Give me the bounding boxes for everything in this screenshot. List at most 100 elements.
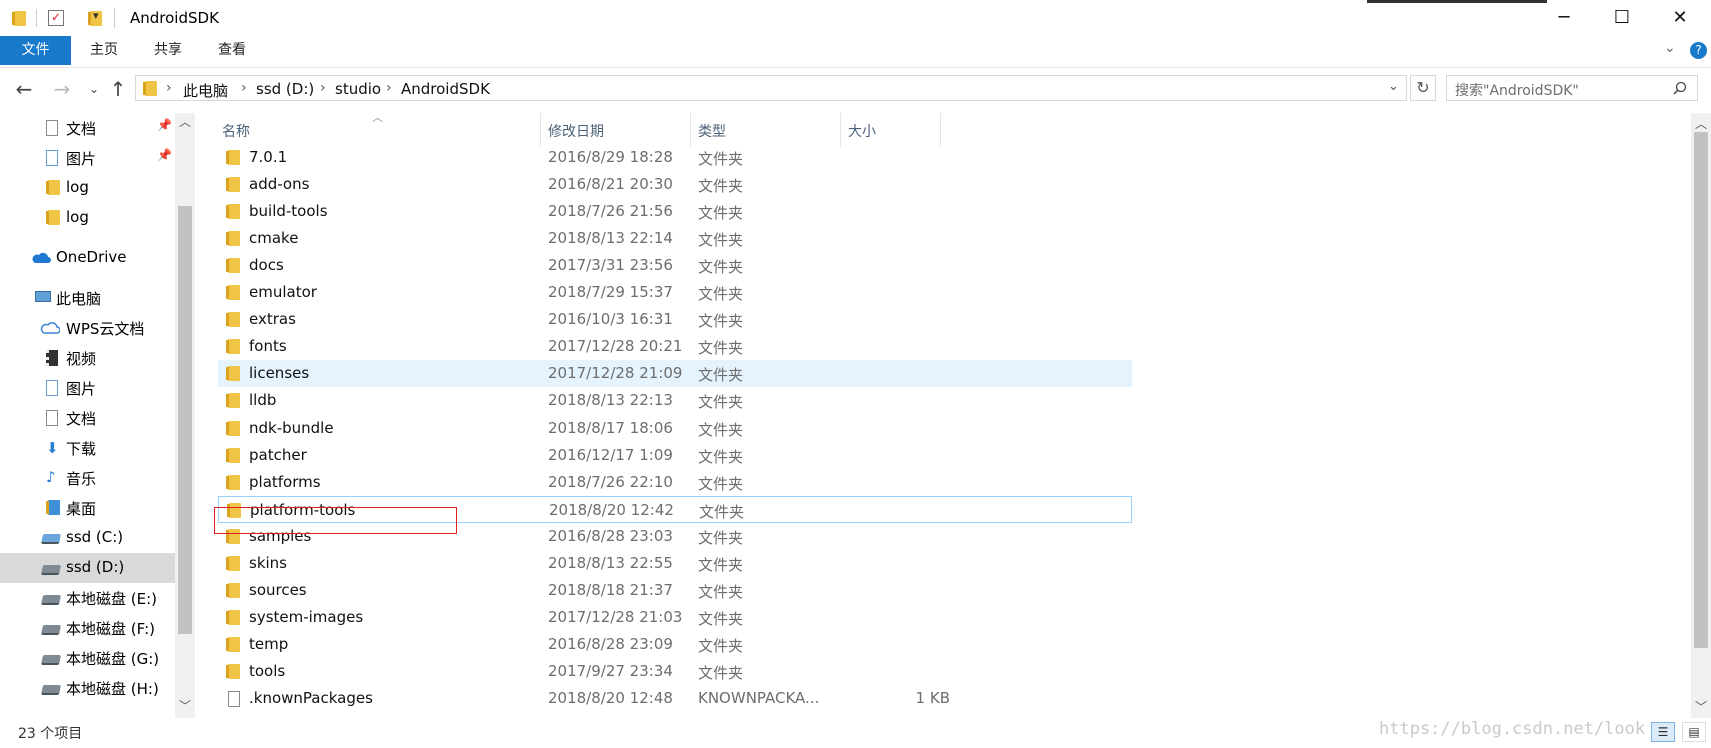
folder-icon (226, 150, 240, 165)
nav-item-drive-g[interactable]: 本地磁盘 (G:) (0, 643, 174, 673)
nav-item-music[interactable]: ♪ 音乐 (0, 463, 174, 493)
nav-item-drive-h[interactable]: 本地磁盘 (H:) (0, 673, 174, 703)
nav-item-videos[interactable]: 视频 (0, 343, 174, 373)
breadcrumb-ssd-d[interactable]: ssd (D:) (256, 80, 314, 98)
file-row[interactable]: docs 2017/3/31 23:56 文件夹 (218, 252, 1132, 279)
refresh-button[interactable]: ↻ (1410, 75, 1436, 101)
column-divider[interactable] (940, 113, 941, 147)
annotation-highlight-box (214, 507, 457, 534)
nav-item-onedrive[interactable]: OneDrive (0, 243, 174, 273)
details-view-icon[interactable]: ☰ (1651, 722, 1675, 742)
folder-icon (226, 447, 240, 463)
chevron-right-icon[interactable]: › (386, 80, 392, 96)
file-row[interactable]: emulator 2018/7/29 15:37 文件夹 (218, 279, 1132, 306)
chevron-right-icon[interactable]: › (241, 80, 247, 96)
file-row[interactable]: patcher 2016/12/17 1:09 文件夹 (218, 442, 1132, 469)
file-row[interactable]: add-ons 2016/8/21 20:30 文件夹 (218, 171, 1132, 198)
nav-item-label: 文档 (66, 120, 97, 138)
nav-item-this-pc[interactable]: 此电脑 (0, 283, 174, 313)
chevron-right-icon[interactable]: › (166, 80, 172, 96)
nav-scroll-thumb[interactable] (178, 206, 192, 634)
breadcrumb-studio[interactable]: studio (335, 80, 381, 98)
nav-item-desktop[interactable]: 桌面 (0, 493, 174, 523)
nav-item-downloads[interactable]: ⬇ 下载 (0, 433, 174, 463)
nav-item-label: 下载 (66, 440, 97, 458)
scroll-down-arrow-icon[interactable]: ﹀ (1695, 698, 1707, 715)
file-row[interactable]: extras 2016/10/3 16:31 文件夹 (218, 306, 1132, 333)
chevron-right-icon[interactable]: › (320, 80, 326, 96)
file-row[interactable]: lldb 2018/8/13 22:13 文件夹 (218, 387, 1132, 414)
nav-item-ssd-d[interactable]: ssd (D:) (0, 553, 175, 583)
nav-item-documents[interactable]: 文档 (0, 403, 174, 433)
pictures-icon (46, 380, 58, 396)
file-date: 2018/7/26 21:56 (548, 202, 673, 221)
nav-item-label: 图片 (66, 380, 97, 398)
recent-locations-icon[interactable]: ⌄ (82, 77, 106, 101)
file-row[interactable]: fonts 2017/12/28 20:21 文件夹 (218, 333, 1132, 360)
close-button[interactable]: ✕ (1651, 0, 1709, 36)
nav-item-drive-f[interactable]: 本地磁盘 (F:) (0, 613, 174, 643)
nav-item-wps-cloud[interactable]: WPS云文档 (0, 313, 174, 343)
file-list-scroll-thumb[interactable] (1694, 132, 1708, 648)
file-name: emulator (249, 283, 317, 302)
nav-item-pictures[interactable]: 图片 (0, 373, 174, 403)
file-date: 2017/3/31 23:56 (548, 256, 673, 275)
tab-file[interactable]: 文件 (0, 36, 71, 65)
column-divider[interactable] (690, 113, 691, 147)
expand-ribbon-icon[interactable]: ⌄ (1664, 40, 1676, 56)
scroll-down-arrow-icon[interactable]: ﹀ (179, 697, 191, 714)
search-input[interactable]: 搜索"AndroidSDK" (1455, 80, 1579, 100)
file-row[interactable]: tools 2017/9/27 23:34 文件夹 (218, 658, 1132, 685)
nav-item-drive-e[interactable]: 本地磁盘 (E:) (0, 583, 174, 613)
file-row[interactable]: 7.0.1 2016/8/29 18:28 文件夹 (218, 144, 1132, 171)
file-type: 文件夹 (698, 555, 744, 574)
properties-icon[interactable]: ✓ (48, 10, 64, 26)
cloud-icon (40, 322, 60, 334)
file-row[interactable]: sources 2018/8/18 21:37 文件夹 (218, 577, 1132, 604)
up-button[interactable]: ↑ (106, 77, 130, 101)
pin-icon: 📌 (157, 118, 172, 132)
breadcrumb-this-pc[interactable]: 此电脑 (183, 80, 228, 101)
address-dropdown-icon[interactable]: ⌄ (1388, 79, 1399, 94)
help-button[interactable]: ? (1690, 42, 1707, 59)
folder-icon (12, 11, 26, 26)
file-row[interactable]: skins 2018/8/13 22:55 文件夹 (218, 550, 1132, 577)
file-row[interactable]: .knownPackages 2018/8/20 12:48 KNOWNPACKA.… (218, 685, 1132, 712)
forward-button[interactable]: → (50, 77, 74, 101)
divider (114, 8, 115, 28)
back-button[interactable]: ← (12, 77, 36, 101)
tab-view[interactable]: 查看 (206, 36, 258, 65)
large-icons-view-icon[interactable]: ▤ (1682, 722, 1706, 742)
tab-share[interactable]: 共享 (142, 36, 194, 65)
nav-item-log-2[interactable]: log (0, 203, 174, 233)
column-divider[interactable] (540, 113, 541, 147)
file-row[interactable]: ndk-bundle 2018/8/17 18:06 文件夹 (218, 415, 1132, 442)
column-divider[interactable] (840, 113, 841, 147)
scroll-up-arrow-icon[interactable]: ︿ (1695, 115, 1707, 132)
scroll-up-arrow-icon[interactable]: ︿ (179, 113, 191, 130)
file-row[interactable]: build-tools 2018/7/26 21:56 文件夹 (218, 198, 1132, 225)
file-row[interactable]: licenses 2017/12/28 21:09 文件夹 (218, 360, 1132, 388)
file-row[interactable]: cmake 2018/8/13 22:14 文件夹 (218, 225, 1132, 252)
file-type: 文件夹 (698, 528, 744, 547)
file-type: 文件夹 (698, 150, 744, 168)
search-icon[interactable] (1673, 81, 1687, 95)
maximize-button[interactable]: ☐ (1593, 0, 1651, 36)
nav-item-pictures-pinned[interactable]: 图片 📌 (0, 143, 174, 173)
nav-item-label: ssd (D:) (66, 558, 125, 576)
minimize-button[interactable]: ─ (1535, 0, 1593, 36)
file-row[interactable]: temp 2016/8/28 23:09 文件夹 (218, 631, 1132, 658)
breadcrumb-androidsdk[interactable]: AndroidSDK (401, 80, 490, 98)
file-row[interactable]: system-images 2017/12/28 21:03 文件夹 (218, 604, 1132, 631)
nav-item-documents-pinned[interactable]: 文档 📌 (0, 113, 174, 143)
nav-item-label: 音乐 (66, 470, 97, 488)
address-bar[interactable]: › 此电脑 › ssd (D:) › studio › AndroidSDK ⌄ (135, 75, 1407, 101)
nav-item-ssd-c[interactable]: ssd (C:) (0, 523, 174, 553)
nav-item-label: 本地磁盘 (G:) (66, 650, 160, 668)
nav-item-log-1[interactable]: log (0, 173, 174, 203)
file-row[interactable]: platforms 2018/7/26 22:10 文件夹 (218, 469, 1132, 496)
search-box[interactable]: 搜索"AndroidSDK" (1446, 75, 1698, 101)
tab-home[interactable]: 主页 (78, 36, 130, 65)
quick-access-dropdown-icon[interactable]: ▾ (93, 9, 99, 22)
file-type: 文件夹 (698, 312, 744, 331)
